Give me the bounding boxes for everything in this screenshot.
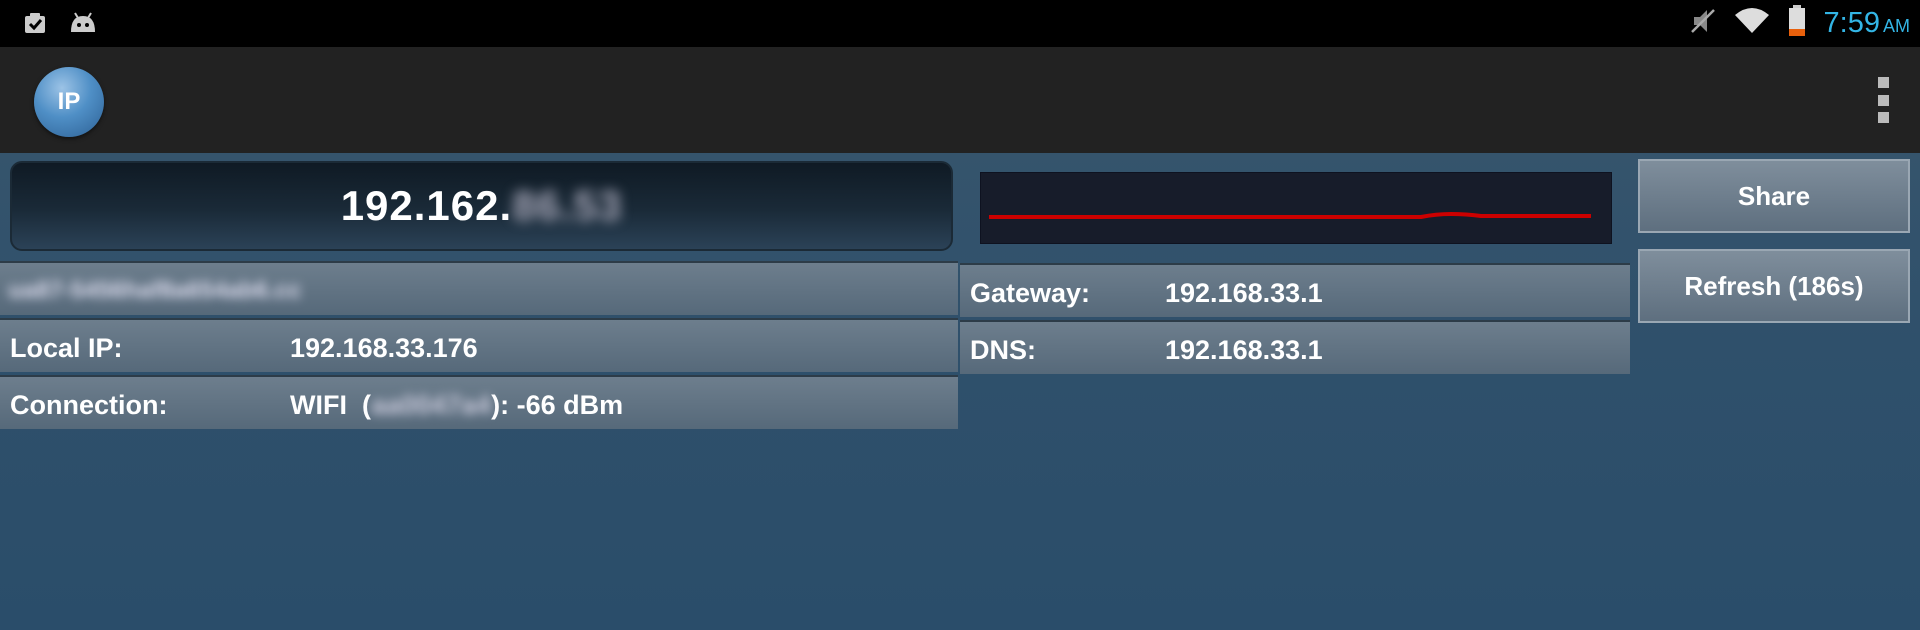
connection-prefix: WIFI ( (290, 390, 371, 420)
status-bar: 7:59 AM (0, 0, 1920, 47)
gateway-value: 192.168.33.1 (1165, 278, 1323, 308)
local-ip-value: 192.168.33.176 (290, 333, 478, 363)
app-logo-text: IP (57, 88, 81, 115)
connection-ssid: aa0047a4 (370, 390, 492, 420)
connection-suffix: ): -66 dBm (491, 390, 624, 420)
dns-value: 192.168.33.1 (1165, 335, 1323, 365)
gateway-row: Gateway: 192.168.33.1 (960, 263, 1630, 317)
dns-label: DNS: (970, 335, 1036, 365)
share-button[interactable]: Share (1638, 159, 1910, 233)
external-ip-hidden: 86.53 (512, 182, 623, 229)
wifi-icon (1734, 7, 1770, 40)
app-logo-icon[interactable]: IP (34, 67, 104, 137)
connection-label: Connection: (10, 390, 168, 420)
connection-value: WIFI (aa0047a4): -66 dBm (290, 390, 623, 421)
clock-ampm: AM (1883, 16, 1910, 36)
gateway-label: Gateway: (970, 278, 1091, 308)
external-ip-display: 192.162. 86.53 (10, 161, 953, 251)
local-ip-label: Local IP: (10, 333, 123, 363)
clock: 7:59 AM (1824, 7, 1910, 40)
hostname-row: ua87-5456haf8a654ab6.cc (0, 261, 958, 315)
hostname-value: ua87-5456haf8a654ab6.cc (8, 277, 302, 304)
battery-icon (1788, 5, 1806, 42)
clock-time: 7:59 (1823, 7, 1880, 39)
connection-row: Connection: WIFI (aa0047a4): -66 dBm (0, 375, 958, 429)
clipboard-check-icon (22, 10, 48, 41)
local-ip-row: Local IP: 192.168.33.176 (0, 318, 958, 372)
main-content: 192.162. 86.53 ua87-5456haf8a654ab6.cc Lo… (0, 153, 1920, 630)
external-ip-visible: 192.162. (340, 182, 513, 229)
mute-icon (1690, 6, 1716, 41)
refresh-button[interactable]: Refresh (186s) (1638, 249, 1910, 323)
overflow-menu-icon[interactable] (1876, 77, 1890, 123)
dns-row: DNS: 192.168.33.1 (960, 320, 1630, 374)
signal-graph-line (989, 211, 1591, 219)
signal-graph (980, 172, 1612, 244)
action-bar: IP (0, 47, 1920, 153)
android-icon (68, 10, 98, 41)
